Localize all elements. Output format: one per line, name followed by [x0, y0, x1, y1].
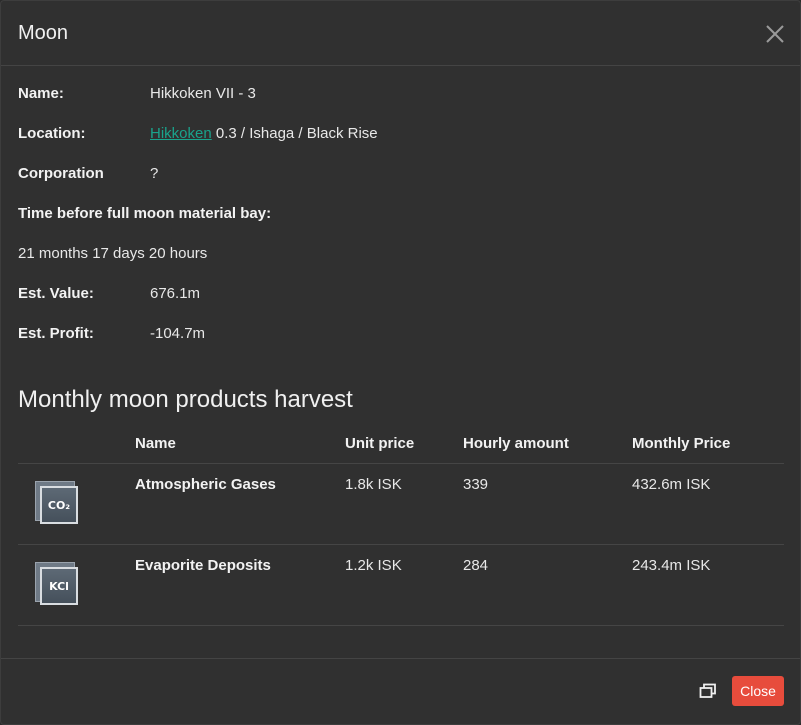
- location-label: Location:: [18, 125, 86, 142]
- table-bottom-divider: [18, 625, 784, 626]
- column-header-hourly-amount: Hourly amount: [463, 435, 569, 452]
- kcl-icon: KCl: [35, 562, 81, 608]
- table-row-divider: [18, 544, 784, 545]
- name-value: Hikkoken VII - 3: [150, 85, 256, 102]
- close-icon[interactable]: [764, 23, 786, 45]
- table-row-hourly-amount: 284: [463, 557, 489, 574]
- est-value-label: Est. Value:: [18, 285, 94, 302]
- corporation-label: Corporation: [18, 165, 104, 182]
- name-label: Name:: [18, 85, 64, 102]
- table-row-name: Evaporite Deposits: [135, 557, 271, 574]
- table-row-hourly-amount: 339: [463, 476, 489, 493]
- dialog-header: Moon: [1, 1, 800, 66]
- dialog-title: Moon: [18, 22, 69, 44]
- location-value: Hikkoken 0.3 / Ishaga / Black Rise: [150, 125, 378, 142]
- table-row-unit-price: 1.8k ISK: [345, 476, 402, 493]
- location-link[interactable]: Hikkoken: [150, 125, 212, 142]
- location-route: 0.3 / Ishaga / Black Rise: [211, 125, 378, 142]
- table-row-name: Atmospheric Gases: [135, 476, 276, 493]
- dialog-footer-divider: [1, 658, 800, 659]
- column-header-unit-price: Unit price: [345, 435, 415, 452]
- est-profit-label: Est. Profit:: [18, 325, 94, 342]
- co2-icon: CO₂: [35, 481, 81, 527]
- table-row-unit-price: 1.2k ISK: [345, 557, 402, 574]
- column-header-name: Name: [135, 435, 176, 452]
- window-restore-icon[interactable]: [699, 683, 717, 699]
- est-value-value: 676.1m: [150, 285, 201, 302]
- table-row-monthly-price: 432.6m ISK: [632, 476, 711, 493]
- table-header-divider: [18, 463, 784, 464]
- column-header-monthly-price: Monthly Price: [632, 435, 731, 452]
- time-value: 21 months 17 days 20 hours: [18, 245, 208, 262]
- close-button[interactable]: Close: [732, 676, 784, 706]
- table-row-monthly-price: 243.4m ISK: [632, 557, 711, 574]
- corporation-value: ?: [150, 165, 159, 182]
- est-profit-value: -104.7m: [150, 325, 206, 342]
- harvest-title: Monthly moon products harvest: [18, 386, 353, 413]
- time-label: Time before full moon material bay:: [18, 205, 272, 222]
- moon-dialog: Moon Name: Hikkoken VII - 3 Location: Hi…: [0, 0, 801, 725]
